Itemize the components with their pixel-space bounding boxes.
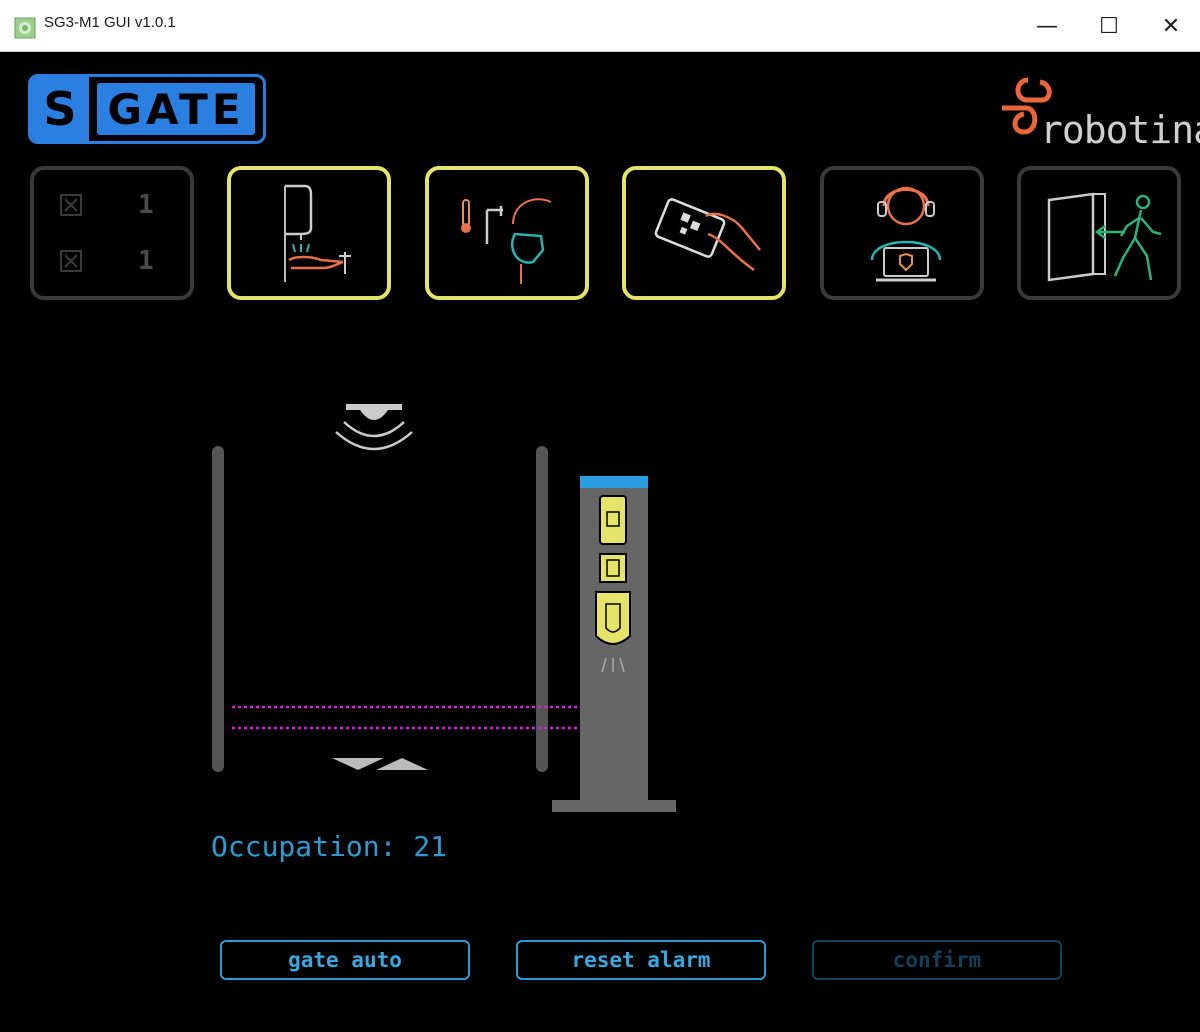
tile-counters[interactable]: 1 1 — [30, 166, 194, 300]
exit-door-walker-icon — [1047, 192, 1162, 282]
sgate-logo: S GATE — [28, 74, 266, 144]
sanitizer-kiosk — [552, 476, 676, 812]
counter-top-value: 1 — [138, 190, 154, 220]
gate-right-post — [536, 446, 548, 772]
robotina-brand-text: robotina — [1040, 108, 1200, 152]
ceiling-sensor-icon — [335, 404, 413, 451]
gate-auto-button[interactable]: gate auto — [220, 940, 470, 980]
logo-s-glyph: S — [31, 77, 89, 141]
counter-bottom-value: 1 — [138, 246, 154, 276]
hand-sanitizer-icon — [284, 184, 351, 282]
qr-card-scan-icon — [654, 198, 761, 271]
close-button[interactable]: ✕ — [1142, 0, 1200, 52]
logo-gate-text: GATE — [97, 83, 255, 135]
tile-temperature-mask[interactable] — [425, 166, 589, 300]
gate-left-post — [212, 446, 224, 772]
floor-direction-arrows — [332, 758, 428, 770]
checkbox-crossed-icon — [60, 194, 82, 216]
tile-hand-sanitizer[interactable] — [227, 166, 391, 300]
tile-qr-card[interactable] — [622, 166, 786, 300]
maximize-button[interactable]: ☐ — [1080, 0, 1138, 52]
app-icon — [14, 17, 36, 39]
tile-operator[interactable] — [820, 166, 984, 300]
reset-alarm-button[interactable]: reset alarm — [516, 940, 766, 980]
confirm-button[interactable]: confirm — [812, 940, 1062, 980]
operator-support-icon — [870, 186, 942, 282]
window-title: SG3-M1 GUI v1.0.1 — [44, 14, 176, 31]
window-titlebar: SG3-M1 GUI v1.0.1 — ☐ ✕ — [0, 0, 1200, 52]
gate-diagram — [212, 404, 676, 812]
temperature-mask-check-icon — [461, 198, 552, 284]
checkbox-crossed-icon — [60, 250, 82, 272]
tile-exit[interactable] — [1017, 166, 1181, 300]
minimize-button[interactable]: — — [1018, 0, 1076, 52]
occupation-label: Occupation: 21 — [211, 830, 448, 863]
